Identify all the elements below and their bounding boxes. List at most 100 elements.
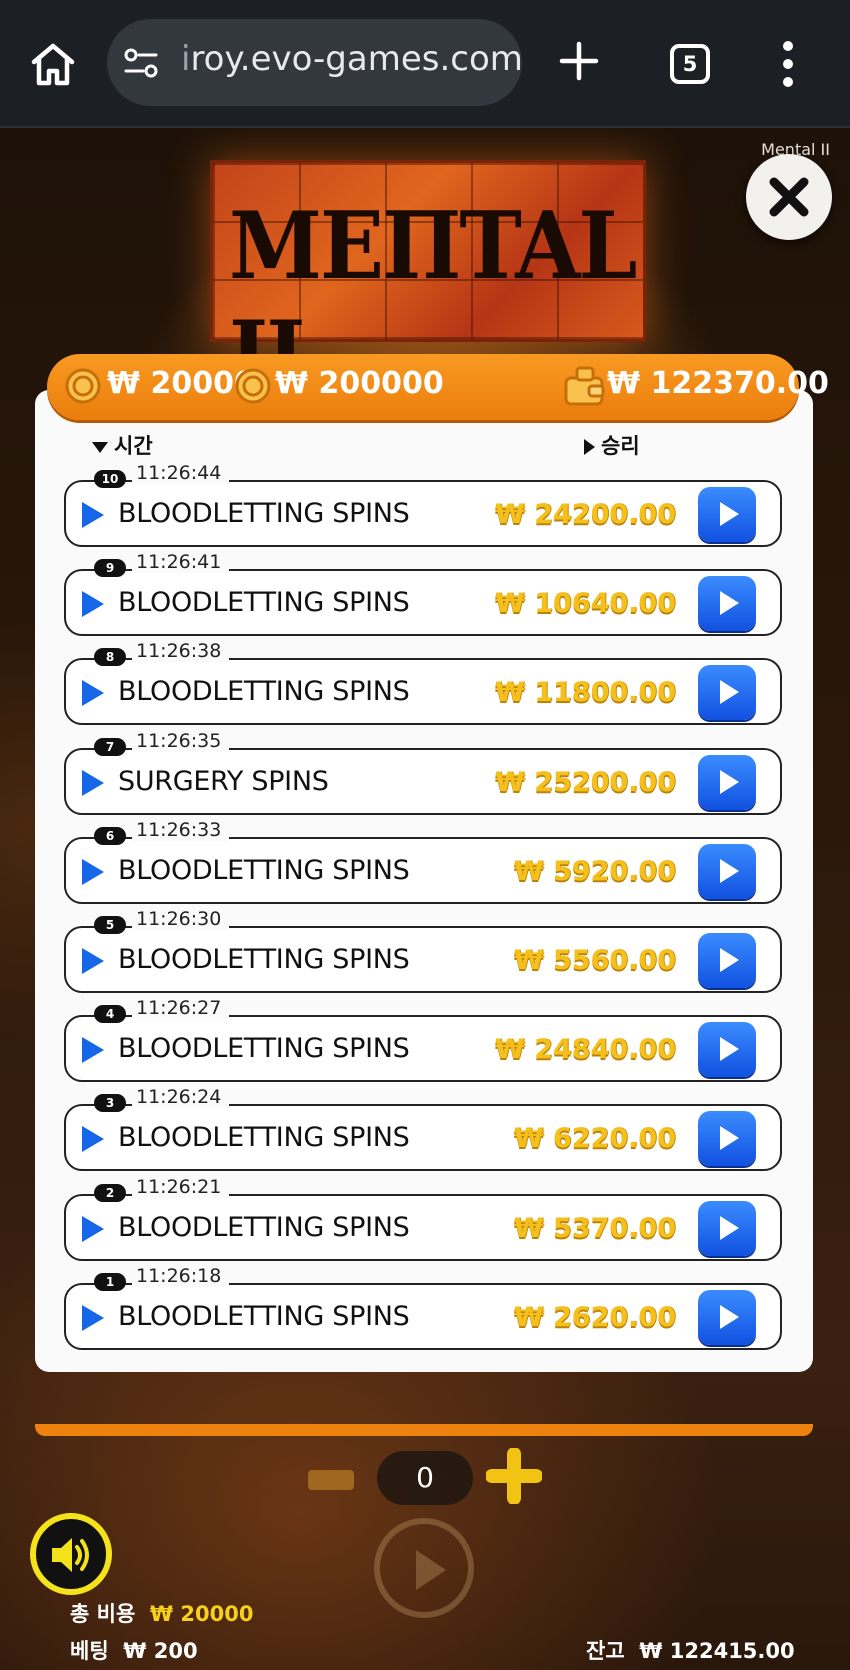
play-icon bbox=[720, 680, 739, 705]
row-time: 11:26:35 bbox=[132, 729, 230, 752]
row-win-amount: ₩ 10640.00 bbox=[495, 588, 676, 620]
feature-marker-icon bbox=[82, 1215, 104, 1242]
row-feature-name: BLOODLETTING SPINS bbox=[118, 1033, 410, 1065]
feature-marker-icon bbox=[82, 1126, 104, 1153]
history-row: 1 11:26:18 BLOODLETTING SPINS ₩ 2620.00 bbox=[64, 1264, 782, 1350]
wallet-icon bbox=[564, 366, 605, 406]
site-settings-icon[interactable] bbox=[123, 46, 159, 80]
sound-toggle-button[interactable] bbox=[30, 1513, 112, 1595]
replay-button[interactable] bbox=[698, 1111, 756, 1167]
game-stage: Mental II MEΠTAL II ₩ 20000 ₩ 200000 ₩ 1… bbox=[0, 128, 850, 1670]
row-win-amount: ₩ 2620.00 bbox=[513, 1301, 676, 1333]
play-icon bbox=[720, 1126, 739, 1151]
new-tab-icon[interactable] bbox=[558, 40, 600, 82]
sort-icon bbox=[584, 439, 595, 455]
bet-amount-1: ₩ 20000 bbox=[107, 366, 255, 401]
history-row: 7 11:26:35 SURGERY SPINS ₩ 25200.00 bbox=[64, 729, 782, 815]
row-time: 11:26:24 bbox=[132, 1086, 230, 1109]
coin-icon bbox=[235, 368, 271, 404]
bet-info: 베팅 ₩ 200 bbox=[70, 1639, 198, 1663]
history-row: 8 11:26:38 BLOODLETTING SPINS ₩ 11800.00 bbox=[64, 640, 782, 726]
feature-marker-icon bbox=[82, 1304, 104, 1331]
row-time: 11:26:41 bbox=[132, 551, 230, 574]
win-sort-header[interactable]: 승리 bbox=[584, 430, 640, 460]
close-button[interactable] bbox=[746, 154, 832, 240]
replay-button[interactable] bbox=[698, 1200, 756, 1256]
panel-footer-strip bbox=[35, 1424, 813, 1436]
replay-button[interactable] bbox=[698, 843, 756, 899]
row-index-badge: 6 bbox=[94, 826, 126, 845]
row-feature-name: SURGERY SPINS bbox=[118, 765, 329, 797]
row-time: 11:26:44 bbox=[132, 462, 230, 484]
more-menu-icon[interactable] bbox=[782, 40, 794, 88]
replay-button[interactable] bbox=[698, 487, 756, 542]
row-win-amount: ₩ 24840.00 bbox=[495, 1034, 676, 1066]
history-row: 9 11:26:41 BLOODLETTING SPINS ₩ 10640.00 bbox=[64, 551, 782, 637]
decrease-button[interactable] bbox=[308, 1470, 354, 1490]
increase-button[interactable] bbox=[486, 1448, 542, 1504]
feature-marker-icon bbox=[82, 769, 104, 796]
row-index-badge: 4 bbox=[94, 1005, 126, 1024]
url-text[interactable]: iroy.evo-games.com bbox=[181, 39, 523, 79]
history-row: 4 11:26:27 BLOODLETTING SPINS ₩ 24840.00 bbox=[64, 997, 782, 1083]
play-icon bbox=[720, 591, 739, 616]
replay-button[interactable] bbox=[698, 665, 756, 721]
replay-button[interactable] bbox=[698, 1022, 756, 1078]
replay-button[interactable] bbox=[698, 576, 756, 632]
total-cost: 총 비용 ₩ 20000 bbox=[70, 1602, 254, 1626]
play-icon bbox=[720, 948, 739, 972]
sort-desc-icon bbox=[92, 441, 108, 453]
browser-toolbar: iroy.evo-games.com 5 bbox=[0, 0, 850, 128]
row-time: 11:26:18 bbox=[132, 1264, 230, 1287]
row-index-badge: 10 bbox=[94, 470, 126, 488]
replay-button[interactable] bbox=[698, 933, 756, 988]
feature-marker-icon bbox=[82, 680, 104, 707]
row-time: 11:26:27 bbox=[132, 997, 230, 1020]
history-row: 10 11:26:44 BLOODLETTING SPINS ₩ 24200.00 bbox=[64, 462, 782, 547]
row-index-badge: 5 bbox=[94, 916, 126, 934]
play-icon bbox=[720, 1215, 739, 1240]
row-index-badge: 2 bbox=[94, 1183, 126, 1202]
row-index-badge: 9 bbox=[94, 559, 126, 578]
spin-button[interactable] bbox=[374, 1518, 474, 1618]
row-feature-name: BLOODLETTING SPINS bbox=[118, 944, 410, 975]
history-row: 3 11:26:24 BLOODLETTING SPINS ₩ 6220.00 bbox=[64, 1086, 782, 1172]
history-row: 5 11:26:30 BLOODLETTING SPINS ₩ 5560.00 bbox=[64, 908, 782, 993]
row-time: 11:26:30 bbox=[132, 908, 230, 930]
feature-marker-icon bbox=[82, 1037, 104, 1064]
replay-button[interactable] bbox=[698, 754, 756, 810]
feature-marker-icon bbox=[82, 948, 104, 974]
row-feature-name: BLOODLETTING SPINS bbox=[118, 1300, 410, 1332]
play-icon bbox=[720, 769, 739, 794]
close-icon bbox=[769, 177, 809, 217]
row-index-badge: 7 bbox=[94, 737, 126, 756]
row-time: 11:26:38 bbox=[132, 640, 230, 663]
row-index-badge: 3 bbox=[94, 1094, 126, 1113]
row-win-amount: ₩ 25200.00 bbox=[495, 766, 676, 798]
play-icon bbox=[416, 1550, 446, 1590]
home-icon[interactable] bbox=[28, 40, 78, 90]
feature-marker-icon bbox=[82, 502, 104, 528]
play-icon bbox=[720, 858, 739, 883]
row-index-badge: 1 bbox=[94, 1272, 126, 1291]
play-icon bbox=[720, 1304, 739, 1329]
time-sort-header[interactable]: 시간 bbox=[92, 430, 153, 460]
row-feature-name: BLOODLETTING SPINS bbox=[118, 1122, 410, 1154]
address-bar[interactable]: iroy.evo-games.com bbox=[107, 19, 523, 106]
row-time: 11:26:21 bbox=[132, 1175, 230, 1198]
feature-marker-icon bbox=[82, 858, 104, 885]
tab-switcher-button[interactable]: 5 bbox=[670, 44, 710, 84]
footer-balance: 잔고 ₩ 122415.00 bbox=[586, 1639, 795, 1663]
history-row: 6 11:26:33 BLOODLETTING SPINS ₩ 5920.00 bbox=[64, 818, 782, 904]
spin-counter: 0 bbox=[377, 1451, 473, 1505]
replay-button[interactable] bbox=[698, 1289, 756, 1345]
row-feature-name: BLOODLETTING SPINS bbox=[118, 498, 410, 529]
row-win-amount: ₩ 6220.00 bbox=[513, 1123, 676, 1155]
play-icon bbox=[720, 1037, 739, 1062]
row-win-amount: ₩ 5920.00 bbox=[513, 855, 676, 887]
row-win-amount: ₩ 11800.00 bbox=[495, 677, 676, 709]
row-feature-name: BLOODLETTING SPINS bbox=[118, 854, 410, 886]
balance-value: ₩ 122370.00 bbox=[607, 366, 829, 401]
bet-amount-2: ₩ 200000 bbox=[275, 366, 444, 401]
row-feature-name: BLOODLETTING SPINS bbox=[118, 1211, 410, 1243]
